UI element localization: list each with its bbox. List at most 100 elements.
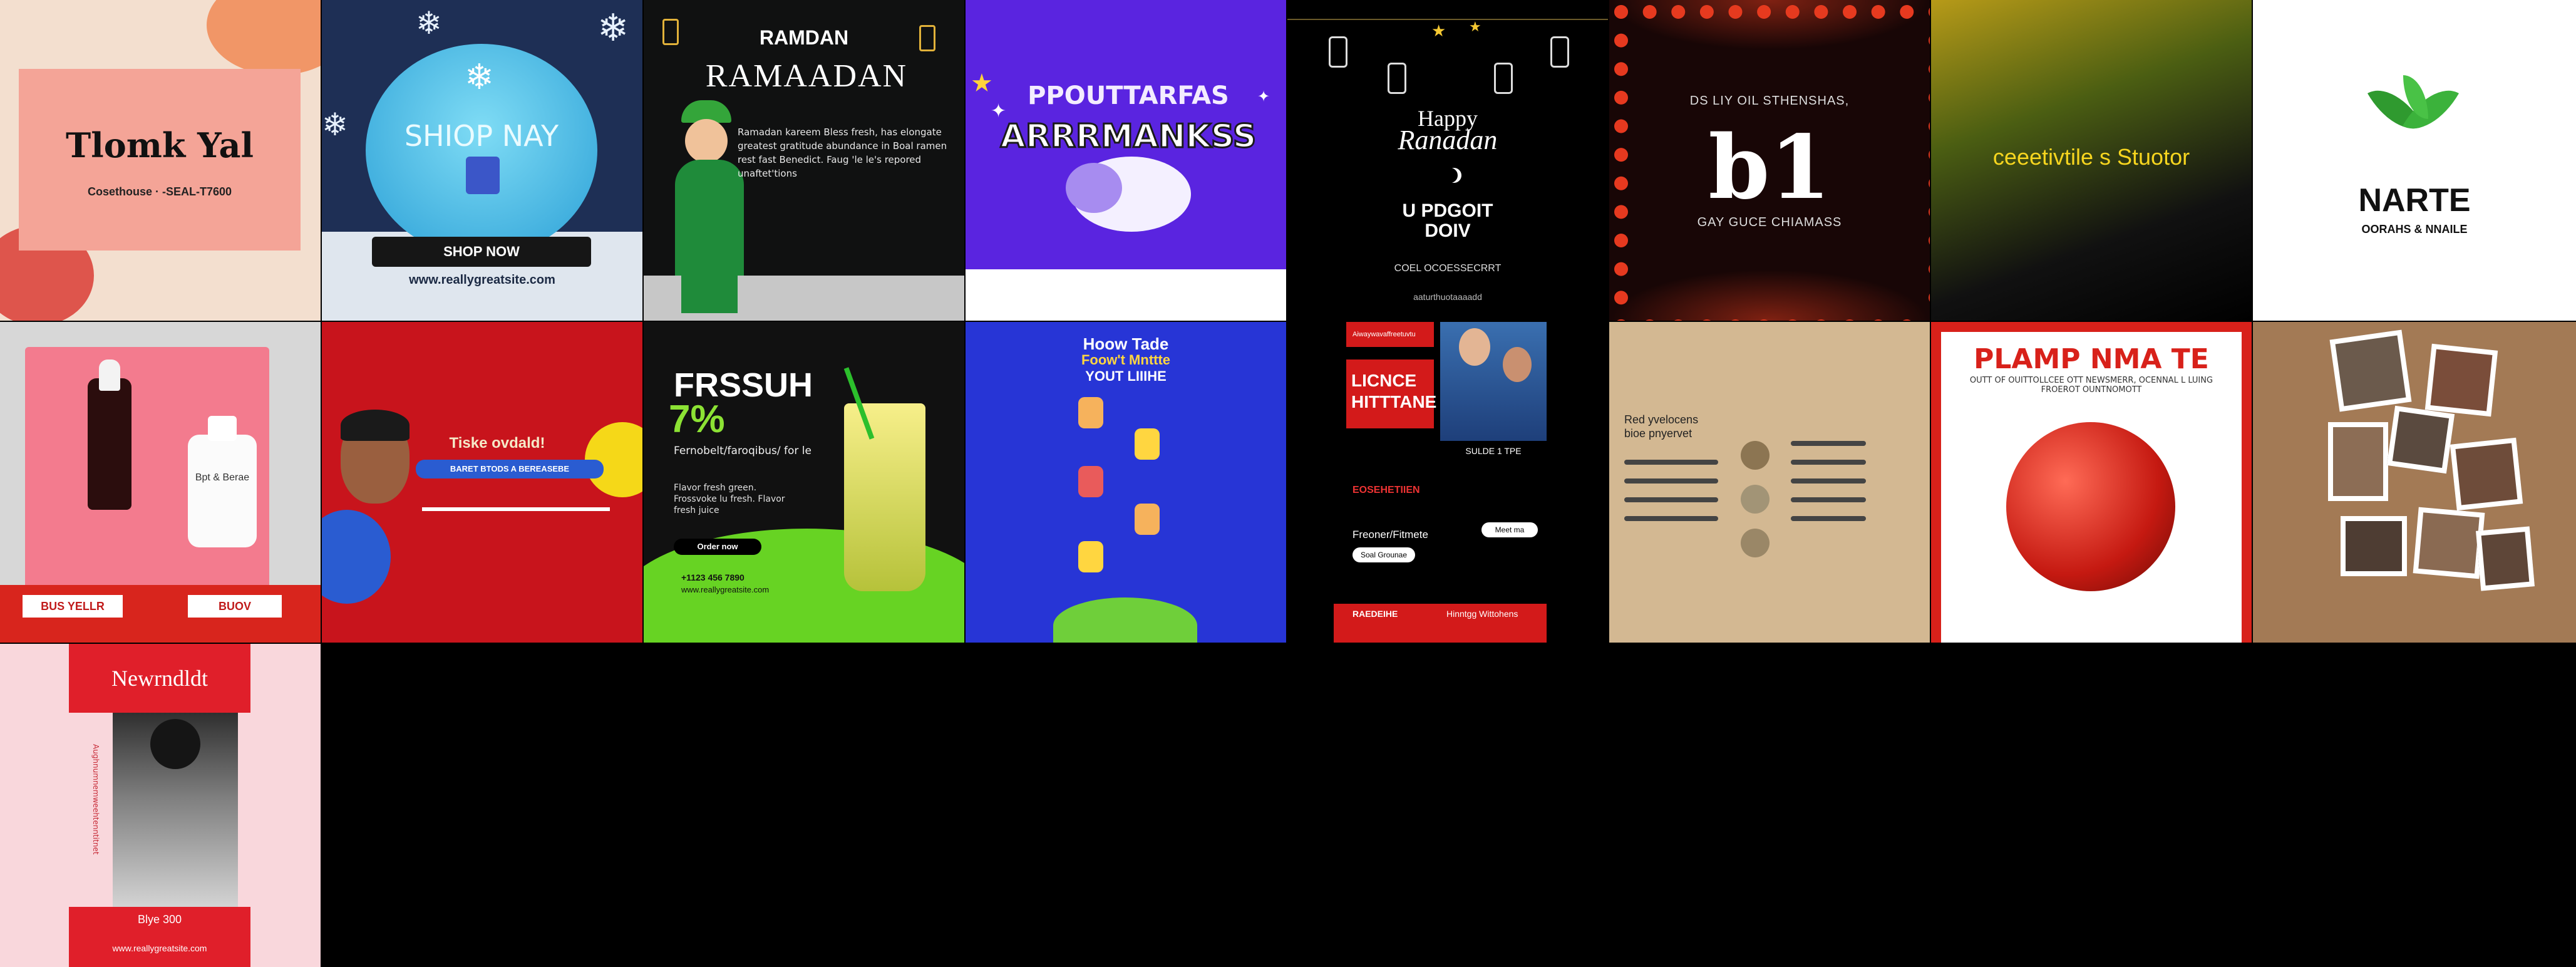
foot-label-1: Blye 300 bbox=[137, 913, 182, 926]
globe-title: SHIOP NAY bbox=[404, 119, 559, 153]
order-button[interactable]: Order now bbox=[674, 539, 761, 555]
template-shop-now[interactable]: ❄ ❄ ❄ ❄ SHIOP NAY SHOP NOW www.reallygre… bbox=[322, 0, 642, 321]
template-cartoon[interactable]: ★ ✦ ✦ PPOUTTARFAS ARRRMANKSS bbox=[966, 0, 1286, 321]
model-hair bbox=[150, 719, 200, 769]
lantern-icon bbox=[1494, 63, 1513, 94]
foot-label-2: www.reallygreatsite.com bbox=[112, 943, 207, 953]
list-title-2: Foow't Mnttte bbox=[1081, 352, 1171, 368]
glow-bottom bbox=[1609, 269, 1930, 321]
creature-tail bbox=[1066, 163, 1122, 213]
url-text: www.reallygreatsite.com bbox=[681, 585, 770, 594]
man-hair bbox=[341, 410, 410, 441]
template-fresh-juice[interactable]: FRSSUH 7% Fernobelt/faroqibus/ for le Fl… bbox=[644, 322, 964, 643]
photo-card bbox=[2329, 329, 2412, 412]
card-title: Tlomk Yal bbox=[66, 125, 254, 165]
juice-glass bbox=[844, 403, 925, 591]
template-red-frame[interactable]: PLAMP NMA TE OUTT OF OUITTOLLCEE OTT NEW… bbox=[1931, 322, 2252, 643]
text-line bbox=[1624, 460, 1718, 465]
person-head bbox=[1459, 328, 1490, 366]
promo-title: Tiske ovdald! bbox=[449, 435, 545, 452]
star-icon: ★ bbox=[1469, 19, 1481, 34]
line-3: U PDGOIT bbox=[1402, 200, 1493, 221]
line-ramadan: Ranadan bbox=[1398, 125, 1498, 155]
photo-card bbox=[2413, 507, 2485, 579]
flyer-title-2: HITTTANE bbox=[1351, 392, 1437, 411]
coin-icon bbox=[1741, 485, 1770, 514]
red-ball bbox=[2006, 422, 2175, 591]
text-line bbox=[1624, 478, 1718, 484]
template-beige-doc[interactable]: Red yvelocens bioe pnyervet bbox=[1609, 322, 1930, 643]
promo-pill[interactable]: BARET BTODS A BEREASEBE bbox=[416, 460, 604, 478]
ramadan-body: Ramadan kareem Bless fresh, has elongate… bbox=[738, 127, 947, 179]
template-blue-list[interactable]: Hoow Tade Foow't Mnttte YOUT LIIIHE bbox=[966, 322, 1286, 643]
foot-text-2: Hinntgg Wittohens bbox=[1446, 609, 1518, 619]
frame-title: PLAMP NMA TE bbox=[1974, 343, 2209, 375]
frame-subtitle: OUTT OF OUITTOLLCEE OTT NEWSMERR, OCENNA… bbox=[1969, 376, 2213, 395]
bottom-text: GAY GUCE CHIAMASS bbox=[1697, 215, 1842, 229]
template-happy-ramadan[interactable]: ★ ★ Happy Ranadan U PDGOIT DOIV COEL OCO… bbox=[1287, 0, 1608, 321]
lantern-icon bbox=[1388, 63, 1406, 94]
template-creative-studio[interactable]: ceeetivtile s Stuotor bbox=[1931, 0, 2252, 321]
flyer-title-1: LICNCE bbox=[1351, 371, 1417, 390]
face bbox=[685, 119, 728, 163]
snowflake-icon: ❄ bbox=[597, 7, 629, 49]
coin-icon bbox=[1741, 529, 1770, 557]
serum-bottle bbox=[188, 435, 257, 547]
shop-now-button[interactable]: SHOP NOW bbox=[372, 237, 591, 267]
studio-title: ceeetivtile s Stuotor bbox=[1992, 144, 2190, 170]
template-nature-logo[interactable]: NARTE OORAHS & NNAILE bbox=[2253, 0, 2576, 321]
template-christmas-lights[interactable]: DS LIY OIL STHENSHAS, b1 GAY GUCE CHIAMA… bbox=[1609, 0, 1930, 321]
star-icon: ★ bbox=[1431, 21, 1446, 40]
figure-icon bbox=[1078, 541, 1103, 572]
card-subtitle: Cosethouse · -SEAL-T7600 bbox=[87, 185, 232, 198]
big-text: b1 bbox=[1708, 116, 1831, 219]
template-photo-collage[interactable] bbox=[2253, 322, 2576, 643]
headline-1: PPOUTTARFAS bbox=[1028, 81, 1229, 110]
fashion-title: Newrndldt bbox=[111, 666, 208, 691]
template-red-promo[interactable]: Tiske ovdald! BARET BTODS A BEREASEBE bbox=[322, 322, 642, 643]
list-title-1: Hoow Tade bbox=[1083, 334, 1169, 353]
paint-blob bbox=[207, 0, 321, 75]
juice-sub: Fernobelt/faroqibus/ for le bbox=[674, 445, 811, 457]
figure-icon bbox=[1078, 397, 1103, 428]
moon-icon bbox=[1443, 168, 1458, 183]
doc-heading-2: bioe pnyervet bbox=[1624, 427, 1692, 440]
foot-text: RAEDEIHE bbox=[1352, 609, 1398, 619]
phone-text: +1123 456 7890 bbox=[681, 572, 744, 582]
line-5: COEL OCOESSECRRT bbox=[1394, 263, 1502, 274]
template-ramadan[interactable]: RAMDAN RAMAADAN Ramadan kareem Bless fre… bbox=[644, 0, 964, 321]
template-thank-you[interactable]: Tlomk Yal Cosethouse · -SEAL-T7600 bbox=[0, 0, 321, 321]
person-head bbox=[1503, 347, 1532, 382]
small-text: SULDE 1 TPE bbox=[1465, 446, 1522, 456]
template-fashion[interactable]: Newrndldt Aughnumnemweehtenntitnet Blye … bbox=[0, 644, 321, 967]
person-photo bbox=[1440, 322, 1547, 441]
shopping-bag-icon bbox=[466, 157, 500, 194]
text-line bbox=[1791, 497, 1866, 502]
burst-shape bbox=[322, 510, 391, 604]
pill-button[interactable]: Soal Grounae bbox=[1352, 547, 1415, 562]
green-robe-lower bbox=[681, 276, 738, 313]
template-flyer[interactable]: Aiwaywavaffreetuvtu LICNCE HITTTANE SULD… bbox=[1334, 322, 1547, 643]
line-4: DOIV bbox=[1425, 220, 1471, 241]
buy-button[interactable]: BUOV bbox=[188, 595, 282, 618]
line-6: aaturthuotaaaadd bbox=[1413, 292, 1482, 302]
top-text: DS LIY OIL STHENSHAS, bbox=[1689, 94, 1850, 108]
list-title-3: YOUT LIIIHE bbox=[1085, 368, 1167, 384]
photo-card bbox=[2475, 526, 2535, 591]
text-line bbox=[1624, 516, 1718, 521]
label-text: Freoner/Fitmete bbox=[1352, 529, 1428, 540]
juice-percent: 7% bbox=[669, 398, 725, 441]
lantern-icon bbox=[1550, 36, 1569, 68]
buy-seller-button[interactable]: BUS YELLR bbox=[23, 595, 123, 618]
brand-name: NARTE bbox=[2358, 182, 2471, 219]
figure-icon bbox=[1135, 504, 1160, 535]
photo-card bbox=[2328, 422, 2388, 501]
photo-card bbox=[2386, 405, 2455, 474]
star-icon: ★ bbox=[971, 70, 993, 97]
snowflake-icon: ❄ bbox=[465, 57, 494, 96]
top-text: Aiwaywavaffreetuvtu bbox=[1352, 331, 1416, 338]
template-serum[interactable]: Bpt & Berae BUS YELLR BUOV bbox=[0, 322, 321, 643]
site-url[interactable]: www.reallygreatsite.com bbox=[322, 273, 642, 287]
pill-button[interactable]: Meet ma bbox=[1481, 522, 1538, 537]
dropper-bottle bbox=[88, 378, 131, 510]
